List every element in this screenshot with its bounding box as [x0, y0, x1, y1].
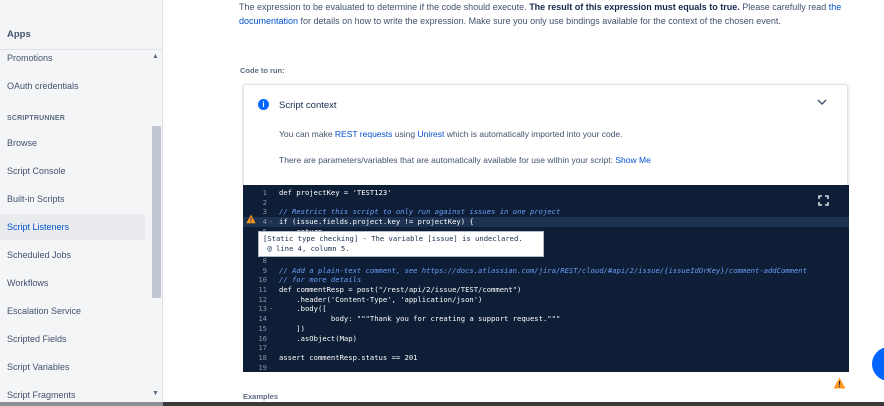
line-number: 14 [258, 314, 267, 324]
code-text: .header('Content-Type', 'application/jso… [279, 294, 483, 304]
script-context-title[interactable]: Script context [279, 100, 337, 111]
sidebar-scrollbar-thumb[interactable] [152, 126, 161, 298]
type-checking-tooltip: [Static type checking] - The variable [i… [258, 231, 544, 257]
code-text: // for more details [279, 275, 362, 285]
info-icon: i [258, 99, 269, 110]
line-number: 2 [262, 197, 267, 207]
code-line[interactable]: 13- .body([ [243, 304, 849, 314]
code-line[interactable]: 15 ]) [243, 324, 849, 334]
help-button[interactable] [872, 347, 884, 381]
code-text: // Restrict this script to only run agai… [279, 207, 561, 217]
line-number: 17 [258, 343, 267, 353]
code-line[interactable]: 8 [243, 256, 849, 266]
sidebar: Apps Promotions OAuth credentials SCRIPT… [0, 0, 163, 406]
examples-label: Examples [243, 392, 279, 401]
code-text: def commentResp = post("/rest/api/2/issu… [279, 285, 522, 294]
sidebar-item-browse[interactable]: Browse [0, 130, 145, 156]
code-text: body: """Thank you for creating a suppor… [279, 314, 561, 324]
code-line[interactable]: 17 [243, 343, 849, 353]
code-text: .body([ [279, 304, 327, 314]
line-number: 10 [258, 275, 267, 285]
code-text: assert commentResp.status == 201 [279, 352, 418, 362]
code-text: if (issue.fields.project.key != projectK… [279, 217, 474, 227]
context-text: using [392, 129, 418, 139]
sidebar-item-escalation-service[interactable]: Escalation Service [0, 298, 145, 324]
sidebar-item-scheduled-jobs[interactable]: Scheduled Jobs [0, 242, 145, 268]
tooltip-line-2: @ line 4, column 5. [263, 244, 350, 253]
script-context-rest-info: You can make REST requests using Unirest… [279, 129, 623, 139]
code-line[interactable]: 14 body: """Thank you for creating a sup… [243, 314, 849, 324]
code-text: ]) [279, 323, 305, 333]
description-text-1: The expression to be evaluated to determ… [239, 2, 530, 12]
script-context-variables-info: There are parameters/variables that are … [279, 155, 651, 165]
code-line[interactable]: 9 // Add a plain-text comment, see https:… [243, 266, 849, 276]
code-line[interactable]: 1 def projectKey = 'TEST123' [243, 188, 849, 198]
code-line[interactable]: 19 [243, 363, 849, 372]
line-number: 1 [262, 188, 267, 197]
sidebar-item-script-console[interactable]: Script Console [0, 158, 145, 184]
line-number: 18 [258, 352, 267, 362]
code-line[interactable]: 2 [243, 198, 849, 208]
sidebar-section-scriptrunner: SCRIPTRUNNER [7, 115, 66, 122]
window-bottom-bar [0, 402, 884, 406]
line-number: 9 [262, 265, 267, 275]
show-me-link[interactable]: Show Me [615, 155, 650, 165]
line-number: 13 [258, 304, 267, 314]
fold-toggle-icon[interactable]: - [269, 217, 273, 227]
script-context-panel: i Script context You can make REST reque… [243, 84, 848, 186]
code-text: // Add a plain-text comment, see https:/… [279, 265, 807, 275]
line-number: 19 [258, 362, 267, 372]
scroll-up-arrow-icon[interactable]: ▲ [152, 53, 159, 60]
line-number: 15 [258, 323, 267, 333]
tooltip-line-1: [Static type checking] - The variable [i… [263, 234, 523, 243]
bottom-scrollbar-thumb[interactable] [0, 402, 163, 406]
unirest-link[interactable]: Unirest [417, 129, 444, 139]
line-number: 16 [258, 333, 267, 343]
sidebar-item-scripted-fields[interactable]: Scripted Fields [0, 326, 145, 352]
context-text: You can make [279, 129, 335, 139]
chevron-down-icon[interactable] [817, 98, 827, 109]
sidebar-apps-title: Apps [7, 29, 31, 40]
sidebar-apps-header: Apps [0, 0, 162, 50]
code-to-run-label: Code to run: [240, 66, 285, 75]
scroll-down-arrow-icon[interactable]: ▼ [152, 390, 159, 397]
code-line[interactable]: 10 // for more details [243, 275, 849, 285]
sidebar-item-script-listeners[interactable]: Script Listeners [0, 214, 145, 240]
code-text: def projectKey = 'TEST123' [279, 188, 392, 197]
line-number: 11 [258, 285, 267, 294]
code-line[interactable]: 16 .asObject(Map) [243, 334, 849, 344]
code-line[interactable]: 12 .header('Content-Type', 'application/… [243, 295, 849, 305]
context-text: There are parameters/variables that are … [279, 155, 616, 165]
description-strong: The result of this expression must equal… [529, 2, 740, 12]
rest-requests-link[interactable]: REST requests [335, 129, 392, 139]
fold-toggle-icon[interactable]: - [269, 304, 273, 314]
warning-icon[interactable] [833, 377, 846, 389]
condition-description: The expression to be evaluated to determ… [239, 0, 851, 28]
sidebar-item-built-in-scripts[interactable]: Built-in Scripts [0, 186, 145, 212]
line-number: 12 [258, 294, 267, 304]
code-text: .asObject(Map) [279, 333, 357, 343]
code-editor[interactable]: 1 def projectKey = 'TEST123' 2 3// Restrict… [243, 185, 849, 372]
sidebar-item-script-variables[interactable]: Script Variables [0, 354, 145, 380]
sidebar-item-oauth-credentials[interactable]: OAuth credentials [0, 73, 145, 99]
sidebar-item-workflows[interactable]: Workflows [0, 270, 145, 296]
code-line[interactable]: 3// Restrict this script to only run aga… [243, 207, 849, 217]
sidebar-item-promotions[interactable]: Promotions [0, 45, 145, 71]
code-line[interactable]: 11 def commentResp = post("/rest/api/2/is… [243, 285, 849, 295]
line-number: 8 [262, 255, 267, 265]
description-text-3: for details on how to write the expressi… [298, 16, 781, 26]
context-text: which is automatically imported into you… [444, 129, 623, 139]
code-line[interactable]: 18 assert commentResp.status == 201 [243, 353, 849, 363]
description-text-2: Please carefully read [739, 2, 829, 12]
code-line[interactable]: 4- if (issue.fields.project.key != projec… [243, 217, 849, 227]
warning-icon[interactable] [246, 214, 256, 224]
